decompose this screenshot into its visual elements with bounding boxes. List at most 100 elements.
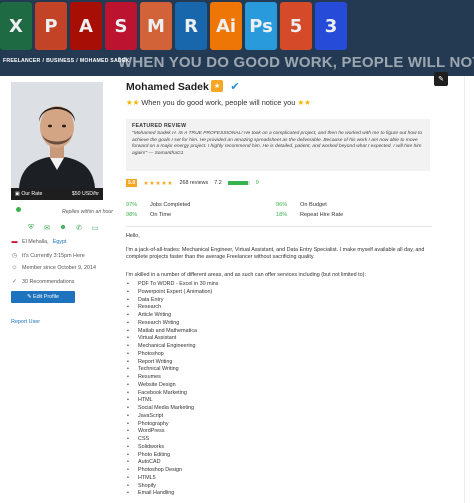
stat-jobs-completed: 97% Jobs Completed (126, 202, 190, 208)
clock-icon: ◷ (11, 253, 18, 259)
earnings-score: 7.2 (214, 180, 222, 186)
earnings-suffix: 9 (255, 180, 259, 186)
rating-summary: 5.0 ★★★★★ 268 reviews 7.2 9 (126, 179, 259, 187)
tagline-text: When you do good work, people will notic… (141, 98, 296, 107)
bio-intro: I'm a jack-of-all-trades: Mechanical Eng… (126, 247, 425, 261)
card-icon[interactable]: ▭ (91, 224, 99, 232)
member-since: ☺ Member since October 9, 2014 (11, 265, 96, 271)
verified-icon: ✔ (230, 80, 240, 93)
list-item: Social Media Marketing (126, 405, 218, 413)
local-time-text: It's Currently 3:15pm Here (22, 252, 85, 259)
list-item: Research Writing (126, 320, 218, 328)
stat-label: Repeat Hire Rate (300, 212, 344, 218)
bio-greeting: Hello, (126, 233, 140, 239)
list-item: Report Writing (126, 359, 218, 367)
list-item: Technical Writing (126, 366, 218, 374)
list-item: PDF To WORD - Excel in 30 mins (126, 281, 218, 289)
breadcrumb-freelancer[interactable]: FREELANCER (3, 58, 40, 64)
stat-value: 97% (126, 202, 138, 208)
powerpoint-icon: P (35, 2, 67, 50)
photoshop-icon: Ps (245, 2, 277, 50)
stat-repeat-hire: 18% Repeat Hire Rate (276, 212, 343, 218)
illustrator-icon: Ai (210, 2, 242, 50)
featured-review: FEATURED REVIEW "Mohamed Sadek H. IS A T… (126, 119, 430, 171)
preferred-freelancer-icon: ★ (211, 80, 223, 92)
banner-slogan: WHEN YOU DO GOOD WORK, PEOPLE WILL NOTIC… (118, 54, 474, 71)
list-item: Website Design (126, 382, 218, 390)
list-item: JavaScript (126, 413, 218, 421)
list-item: WordPress (126, 428, 218, 436)
scrollbar-track[interactable] (464, 76, 465, 503)
location-country-link[interactable]: Egypt (53, 239, 67, 245)
list-item: Shopify (126, 483, 218, 491)
list-item: Photo Editing (126, 452, 218, 460)
list-item: Photography (126, 421, 218, 429)
stat-on-time: 98% On Time (126, 212, 171, 218)
rate-value: $50 USD/hr (71, 191, 99, 197)
stat-label: Jobs Completed (150, 202, 191, 208)
css3-icon: 3 (315, 2, 347, 50)
list-item: Virtual Assistant (126, 335, 218, 343)
rate-bar: ▣ Our Rate $50 USD/hr (11, 188, 103, 200)
list-item: Matlab and Mathematica (126, 328, 218, 336)
stat-value: 18% (276, 212, 288, 218)
rate-label-wrap: ▣ Our Rate (15, 191, 42, 197)
star-icon: ★★ (126, 98, 140, 107)
location: ▬ El Mehalla, Egypt (11, 239, 67, 245)
earnings-bar-fill (227, 181, 248, 185)
page-title: Mohamed Sadek (126, 81, 209, 93)
shield-icon[interactable]: ⛨ (27, 224, 35, 232)
envelope-icon[interactable]: ✉ (43, 224, 51, 232)
avatar (11, 82, 103, 188)
local-time: ◷ It's Currently 3:15pm Here (11, 252, 85, 260)
list-item: Email Handling (126, 490, 218, 498)
edit-profile-label: Edit Profile (32, 294, 60, 300)
edit-banner-icon[interactable]: ✎ (434, 72, 448, 86)
excel-icon: X (0, 2, 32, 50)
recommendations-text: 30 Recommendations (22, 278, 75, 285)
location-city: El Mehalla, (22, 239, 49, 245)
list-item: Mechanical Engineering (126, 343, 218, 351)
list-item: Research (126, 304, 218, 312)
phone-icon[interactable]: ✆ (75, 224, 83, 232)
featured-review-title: FEATURED REVIEW (132, 123, 187, 129)
breadcrumb-business[interactable]: BUSINESS (46, 58, 74, 64)
revit-icon: R (175, 2, 207, 50)
report-user-link[interactable]: Report User (11, 319, 40, 325)
list-item: AutoCAD (126, 459, 218, 467)
user-icon[interactable]: ☻ (59, 224, 67, 232)
breadcrumb: FREELANCER / BUSINESS / MOHAMED SADEK (3, 58, 131, 64)
breadcrumb-current: MOHAMED SADEK (79, 58, 130, 64)
review-count[interactable]: 268 reviews (179, 180, 208, 186)
list-item: Facebook Marketing (126, 390, 218, 398)
thumbs-up-icon: ✓ (11, 279, 18, 285)
list-item: HTML5 (126, 475, 218, 483)
stat-value: 96% (276, 202, 288, 208)
stat-label: On Time (150, 212, 172, 218)
featured-review-text: "Mohamed Sadek H. IS A TRUE PROFESSIONAL… (132, 131, 423, 156)
list-item: CSS (126, 436, 218, 444)
banner-icon-strip: X P A S M R Ai Ps 5 3 (0, 2, 474, 58)
edit-profile-button[interactable]: ✎ Edit Profile (11, 291, 75, 303)
person-icon: ☺ (11, 265, 18, 271)
skills-list: PDF To WORD - Excel in 30 minsPowerpoint… (126, 281, 218, 498)
list-item: Solidworks (126, 444, 218, 452)
list-item: Powerpoint Expert ( Animation) (126, 289, 218, 297)
star-icon: ★★ (297, 98, 311, 107)
divider (126, 226, 432, 227)
stat-label: On Budget (300, 202, 327, 208)
stat-on-budget: 96% On Budget (276, 202, 327, 208)
solidworks-icon: S (105, 2, 137, 50)
matlab-icon: M (140, 2, 172, 50)
list-item: HTML (126, 397, 218, 405)
acrobat-icon: A (70, 2, 102, 50)
rating-stars-icon: ★★★★★ (143, 179, 174, 187)
list-item: Resumes (126, 374, 218, 382)
list-item: Data Entry (126, 297, 218, 305)
html5-icon: 5 (280, 2, 312, 50)
member-since-text: Member since October 9, 2014 (22, 265, 97, 271)
flag-icon: ▬ (11, 239, 18, 245)
verifications: ⛨ ✉ ☻ ✆ ▭ (27, 224, 99, 232)
earnings-bar (227, 181, 250, 185)
rate-label: Our Rate (21, 191, 43, 197)
